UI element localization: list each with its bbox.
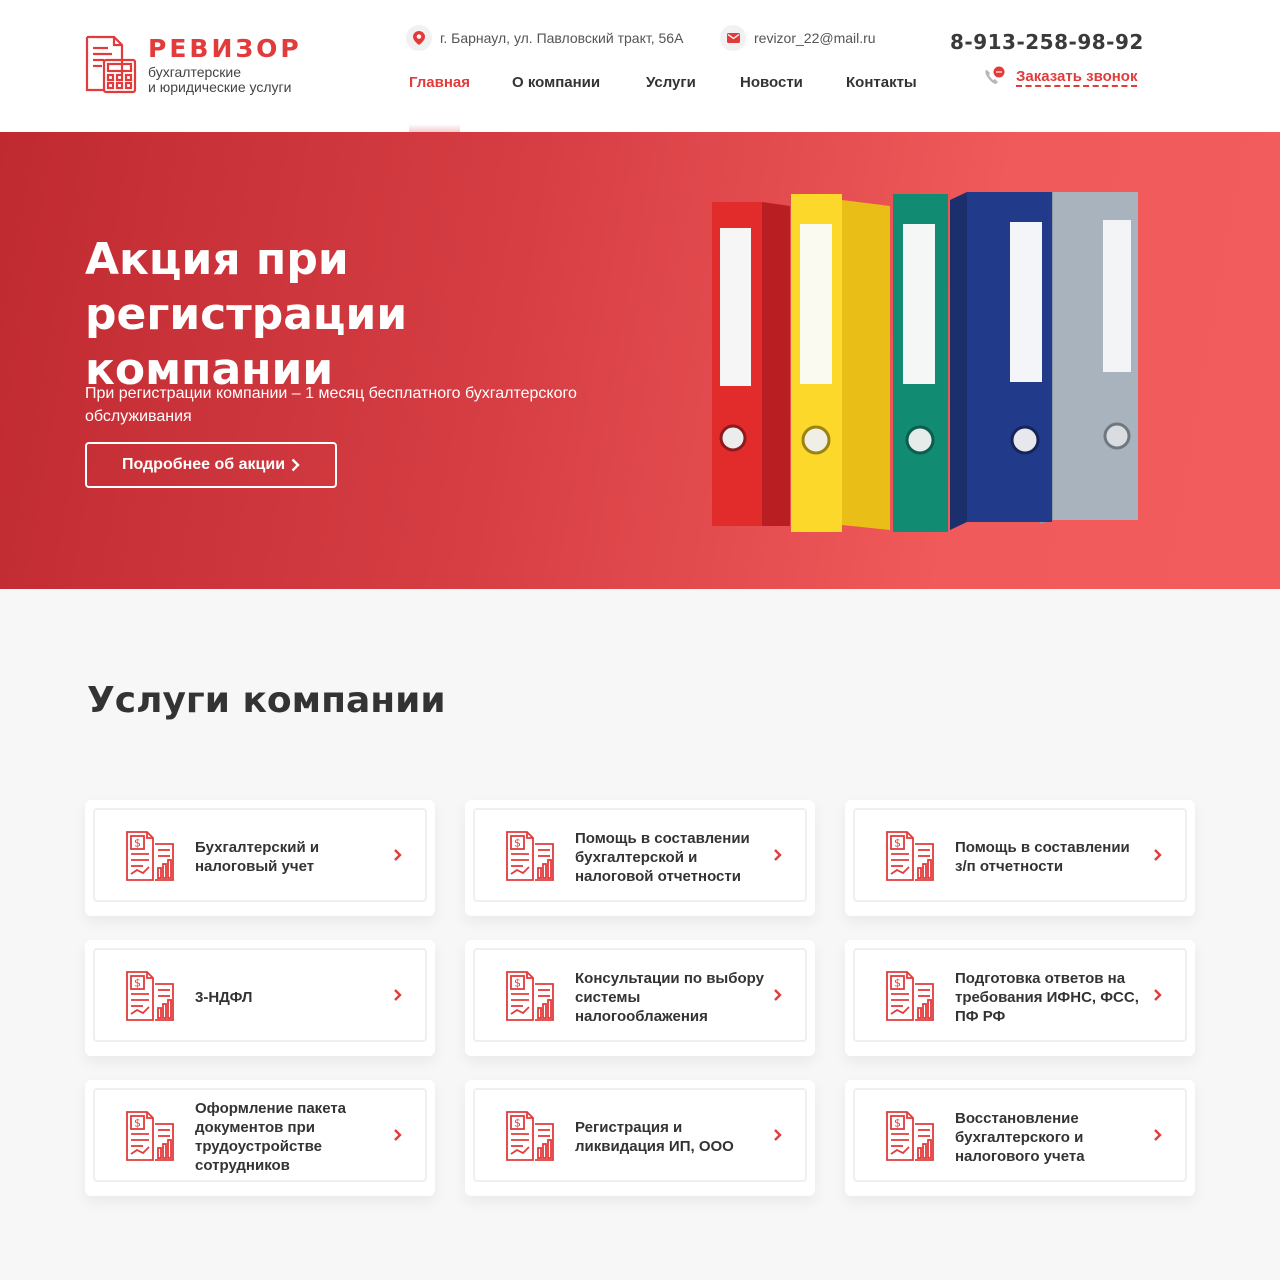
service-card-body[interactable]: $ Помощь в составлении з/п отчетности: [853, 808, 1187, 902]
nav-active-indicator: [409, 124, 460, 132]
hero-title-line1: Акция при регистрации: [85, 234, 408, 340]
map-pin-icon: [406, 25, 432, 51]
callback[interactable]: Заказать звонок: [982, 66, 1138, 88]
address: г. Барнаул, ул. Павловский тракт, 56А: [406, 25, 683, 51]
service-card[interactable]: $ Подготовка ответов на требования ИФНС,…: [845, 940, 1195, 1056]
service-card-label[interactable]: Помощь в составлении бухгалтерской и нал…: [575, 810, 765, 904]
brand-name: РЕВИЗОР: [148, 34, 302, 63]
hero-text: При регистрации компании – 1 месяц беспл…: [85, 385, 577, 425]
nav-item-news[interactable]: Новости: [740, 74, 803, 91]
financial-report-icon: $: [125, 970, 177, 1022]
svg-text:$: $: [514, 977, 521, 990]
services-title: Услуги компании: [87, 680, 446, 721]
chevron-right-icon[interactable]: [391, 1125, 405, 1145]
red-binder: [712, 202, 790, 526]
email[interactable]: revizor_22@mail.ru: [720, 25, 876, 51]
service-card[interactable]: $ Помощь в составлении з/п отчетности: [845, 800, 1195, 916]
yellow-binder: [791, 194, 890, 532]
financial-report-icon: $: [885, 830, 937, 882]
service-card-label[interactable]: Оформление пакета документов при трудоус…: [195, 1090, 385, 1184]
chevron-right-icon[interactable]: [391, 985, 405, 1005]
nav-item-home[interactable]: Главная: [409, 74, 470, 91]
blue-binder: [950, 192, 1052, 530]
service-card-label[interactable]: Регистрация и ликвидация ИП, ООО: [575, 1090, 765, 1184]
brand-tagline: бухгалтерские и юридические услуги: [148, 65, 291, 95]
promo-details-button[interactable]: Подробнее об акции: [85, 442, 337, 488]
site-header: РЕВИЗОР бухгалтерские и юридические услу…: [0, 0, 1280, 132]
svg-text:$: $: [894, 1117, 901, 1130]
gray-binder: [1040, 192, 1138, 524]
svg-text:$: $: [514, 1117, 521, 1130]
financial-report-icon: $: [885, 970, 937, 1022]
service-card[interactable]: $ Консультации по выбору системы налогоо…: [465, 940, 815, 1056]
service-card-body[interactable]: $ Бухгалтерский и налоговый учет: [93, 808, 427, 902]
calculator-document-icon: [85, 35, 137, 94]
nav-item-services[interactable]: Услуги: [646, 74, 696, 91]
service-card-label[interactable]: Помощь в составлении з/п отчетности: [955, 810, 1145, 904]
service-card[interactable]: $ Оформление пакета документов при трудо…: [85, 1080, 435, 1196]
service-card-label[interactable]: Бухгалтерский и налоговый учет: [195, 810, 385, 904]
financial-report-icon: $: [505, 970, 557, 1022]
svg-text:$: $: [894, 977, 901, 990]
financial-report-icon: $: [125, 1110, 177, 1162]
envelope-icon: [720, 25, 746, 51]
financial-report-icon: $: [125, 830, 177, 882]
chevron-right-icon[interactable]: [771, 1125, 785, 1145]
service-card-body[interactable]: $ Подготовка ответов на требования ИФНС,…: [853, 948, 1187, 1042]
service-card-body[interactable]: $ Восстановление бухгалтерского и налого…: [853, 1088, 1187, 1182]
phone-chat-icon: [985, 66, 1005, 84]
brand-tagline-line2: и юридические услуги: [148, 79, 292, 95]
nav-item-about[interactable]: О компании: [512, 74, 600, 91]
logo[interactable]: РЕВИЗОР бухгалтерские и юридические услу…: [84, 34, 324, 96]
service-card[interactable]: $ 3-НДФЛ: [85, 940, 435, 1056]
service-card-label[interactable]: Восстановление бухгалтерского и налогово…: [955, 1090, 1145, 1184]
svg-text:$: $: [894, 837, 901, 850]
service-card-body[interactable]: $ Помощь в составлении бухгалтерской и н…: [473, 808, 807, 902]
service-card[interactable]: $ Помощь в составлении бухгалтерской и н…: [465, 800, 815, 916]
service-card-body[interactable]: $ Оформление пакета документов при трудо…: [93, 1088, 427, 1182]
callback-link[interactable]: Заказать звонок: [1016, 68, 1138, 87]
chevron-right-icon[interactable]: [391, 845, 405, 865]
svg-text:$: $: [134, 1117, 141, 1130]
chevron-right-icon[interactable]: [1151, 845, 1165, 865]
hero-title: Акция при регистрации компании: [85, 232, 685, 397]
nav-item-contacts[interactable]: Контакты: [846, 74, 917, 91]
service-card-label[interactable]: Подготовка ответов на требования ИФНС, Ф…: [955, 950, 1145, 1044]
svg-text:$: $: [134, 977, 141, 990]
binders-image: [712, 192, 1138, 532]
brand-tagline-line1: бухгалтерские: [148, 64, 242, 80]
chevron-right-icon[interactable]: [1151, 1125, 1165, 1145]
service-card[interactable]: $ Бухгалтерский и налоговый учет: [85, 800, 435, 916]
service-card-body[interactable]: $ 3-НДФЛ: [93, 948, 427, 1042]
promo-details-label: Подробнее об акции: [121, 456, 286, 473]
service-card-label[interactable]: 3-НДФЛ: [195, 950, 385, 1044]
address-text: г. Барнаул, ул. Павловский тракт, 56А: [440, 30, 684, 46]
financial-report-icon: $: [505, 830, 557, 882]
service-card-body[interactable]: $ Консультации по выбору системы налогоо…: [473, 948, 807, 1042]
chevron-right-icon[interactable]: [771, 985, 785, 1005]
green-binder: [893, 194, 948, 532]
chevron-right-icon[interactable]: [771, 845, 785, 865]
financial-report-icon: $: [885, 1110, 937, 1162]
service-card[interactable]: $ Регистрация и ликвидация ИП, ООО: [465, 1080, 815, 1196]
email-text[interactable]: revizor_22@mail.ru: [754, 30, 876, 46]
chevron-right-icon: [291, 458, 300, 472]
service-card[interactable]: $ Восстановление бухгалтерского и налого…: [845, 1080, 1195, 1196]
chevron-right-icon[interactable]: [1151, 985, 1165, 1005]
hero-banner: Акция при регистрации компании При регис…: [0, 132, 1280, 589]
service-card-label[interactable]: Консультации по выбору системы налогообл…: [575, 950, 765, 1044]
svg-text:$: $: [514, 837, 521, 850]
phone-number[interactable]: 8-913-258-98-92: [950, 30, 1144, 54]
financial-report-icon: $: [505, 1110, 557, 1162]
svg-text:$: $: [134, 837, 141, 850]
service-card-body[interactable]: $ Регистрация и ликвидация ИП, ООО: [473, 1088, 807, 1182]
